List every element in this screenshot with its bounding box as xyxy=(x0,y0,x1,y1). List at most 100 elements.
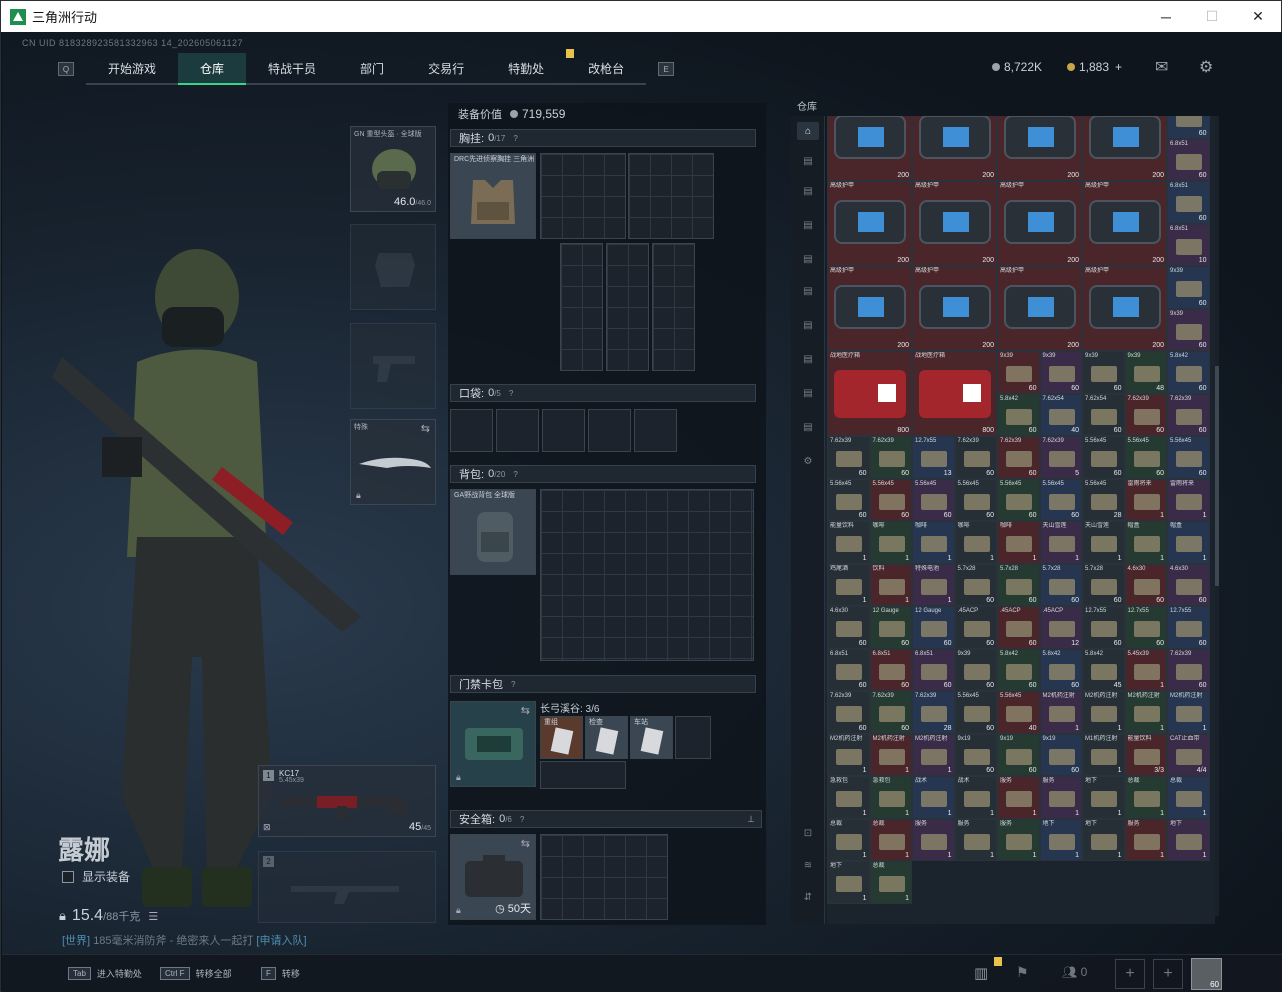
safebox-item[interactable]: ⇆ 🔒︎ ◷ 50天 xyxy=(450,834,536,920)
add-currency-button[interactable]: + xyxy=(1115,60,1122,74)
safebox-grid[interactable] xyxy=(540,834,668,920)
armor-bag-item[interactable]: 高级护甲 200 xyxy=(997,181,1082,266)
stash-page-6-icon[interactable]: ▤ xyxy=(797,316,819,334)
stash-item[interactable]: 7.62x39 60 xyxy=(1167,393,1210,436)
stash-item[interactable]: 5.8x42 45 xyxy=(1082,648,1125,691)
help-icon[interactable]: ? xyxy=(520,815,524,824)
flag-icon[interactable]: ⚑ xyxy=(1016,964,1029,981)
stash-item[interactable]: 9x39 60 xyxy=(1039,351,1082,394)
melee-slot[interactable]: 特殊 ⇆ 🔒︎ xyxy=(350,419,436,505)
pocket-cell[interactable] xyxy=(450,409,493,452)
stash-item[interactable]: 5.56x45 60 xyxy=(1167,436,1210,479)
stash-item[interactable]: 天山雪莲 1 xyxy=(1082,521,1125,564)
hint-transfer[interactable]: F 转移 xyxy=(261,967,300,980)
armor-bag-item[interactable]: 高级护甲 200 xyxy=(912,181,997,266)
world-chat[interactable]: [世界] 185毫米消防斧 - 绝密来人一起打 [申请入队] xyxy=(62,932,307,948)
chest-rig-cell[interactable] xyxy=(606,243,649,371)
armor-bag-item[interactable]: 高级护甲 200 xyxy=(827,266,912,351)
keycard-item[interactable]: 检查 xyxy=(585,716,628,759)
help-icon[interactable]: ? xyxy=(509,389,513,398)
stash-item[interactable]: 7.62x54 40 xyxy=(1039,393,1082,436)
stash-item[interactable]: 12 Gauge 60 xyxy=(912,606,955,649)
stash-item[interactable]: 5.7x28 60 xyxy=(997,563,1040,606)
stash-item[interactable]: 能量饮料 3/3 xyxy=(1124,733,1167,776)
squad-icon[interactable]: 👥︎ 0 xyxy=(1062,965,1087,979)
armor-bag-item[interactable]: 高级护甲 200 xyxy=(997,266,1082,351)
stash-item[interactable]: M2机药注射 1 xyxy=(1124,691,1167,734)
stash-item[interactable]: 天山雪莲 1 xyxy=(1039,521,1082,564)
stash-item[interactable]: 12.7x55 60 xyxy=(1167,606,1210,649)
hint-transfer-all[interactable]: Ctrl F 转移全部 xyxy=(160,967,232,980)
stash-item[interactable]: 战术 1 xyxy=(954,776,997,819)
stash-item[interactable]: 服务 1 xyxy=(1124,818,1167,861)
stash-item[interactable]: M2机药注射 1 xyxy=(1167,691,1210,734)
stash-item[interactable]: M2机药注射 1 xyxy=(827,733,870,776)
stash-item[interactable]: 5.56x45 60 xyxy=(954,691,997,734)
stash-item[interactable]: 5.45x39 1 xyxy=(1124,648,1167,691)
stash-item[interactable]: 9x19 60 xyxy=(954,733,997,776)
stash-item[interactable]: M2机药注射 1 xyxy=(1082,691,1125,734)
stash-item[interactable]: 7.62x39 60 xyxy=(1124,393,1167,436)
tab-special-ops[interactable]: 特勤处 xyxy=(486,49,575,85)
stash-item[interactable]: 咖啡 1 xyxy=(869,521,912,564)
stash-item[interactable]: 总裁 1 xyxy=(1167,776,1210,819)
stash-item[interactable]: 5.56x45 40 xyxy=(997,691,1040,734)
stash-item[interactable]: 7.62x39 60 xyxy=(954,436,997,479)
stash-item[interactable]: 5.8x42 60 xyxy=(997,393,1040,436)
stash-item[interactable]: 总裁 1 xyxy=(869,818,912,861)
stash-item[interactable]: 地下 1 xyxy=(827,861,870,904)
stash-item[interactable]: 战术 1 xyxy=(912,776,955,819)
help-icon[interactable]: ? xyxy=(511,680,515,689)
stash-item[interactable]: 7.62x39 60 xyxy=(869,436,912,479)
tab-gunsmith[interactable]: 改枪台 xyxy=(566,53,647,85)
stash-item[interactable]: 7.62x39 28 xyxy=(912,691,955,734)
hint-enter-special-ops[interactable]: Tab 进入特勤处 xyxy=(68,967,142,980)
stash-item[interactable]: 6.8x51 10 xyxy=(1167,223,1210,266)
stash-item[interactable]: 饮料 1 xyxy=(869,563,912,606)
chest-rig-cell[interactable] xyxy=(560,243,603,371)
stash-item[interactable]: 服务 1 xyxy=(997,818,1040,861)
chest-rig-cell[interactable] xyxy=(540,153,626,239)
secondary-weapon-slot[interactable]: 2 xyxy=(258,851,436,923)
nav-next-key[interactable]: E xyxy=(658,62,675,76)
stash-page-1-icon[interactable]: ▤ xyxy=(797,152,819,170)
minimize-button[interactable]: ─ xyxy=(1143,1,1189,32)
stash-item[interactable]: 6.8x51 60 xyxy=(912,648,955,691)
medkit-item[interactable]: 战地医疗箱 800 xyxy=(912,351,997,436)
pocket-cell[interactable] xyxy=(496,409,539,452)
stash-item[interactable]: 总裁 1 xyxy=(1124,776,1167,819)
stash-item[interactable]: 5.8x42 60 xyxy=(1039,648,1082,691)
stash-item[interactable]: 5.7x28 60 xyxy=(1082,563,1125,606)
backpack-grid[interactable] xyxy=(540,489,754,661)
stash-item[interactable]: 7.62x39 60 xyxy=(869,691,912,734)
stash-item[interactable]: 服务 1 xyxy=(954,818,997,861)
stash-scroll-thumb[interactable] xyxy=(1215,366,1219,586)
stash-item[interactable]: 5.56x45 60 xyxy=(1039,478,1082,521)
stash-item[interactable]: 4.6x30 60 xyxy=(1167,563,1210,606)
settings-gear-icon[interactable]: ⚙ xyxy=(1199,57,1213,77)
tab-warehouse[interactable]: 仓库 xyxy=(178,53,247,85)
pocket-cell[interactable] xyxy=(588,409,631,452)
stash-item[interactable]: 帽盒 1 xyxy=(1124,521,1167,564)
swap-icon[interactable]: ⇆ xyxy=(521,704,530,717)
close-button[interactable]: ✕ xyxy=(1235,1,1281,32)
primary-weapon-slot[interactable]: 1 KC17 5.45x39 ⊠ 45/45 xyxy=(258,765,436,837)
stash-item[interactable]: 9x39 60 xyxy=(954,648,997,691)
stash-item[interactable]: 特殊电池 1 xyxy=(912,563,955,606)
stash-filter-icon[interactable]: ⊡ xyxy=(797,824,819,842)
stash-item[interactable]: .45ACP 12 xyxy=(1039,606,1082,649)
tab-department[interactable]: 部门 xyxy=(338,53,407,85)
stash-item[interactable]: 雷雨将来 1 xyxy=(1167,478,1210,521)
armor-bag-item[interactable]: 200 xyxy=(1082,116,1167,181)
stash-page-3-icon[interactable]: ▤ xyxy=(797,216,819,234)
stash-item[interactable]: 地下 1 xyxy=(1082,776,1125,819)
stash-item[interactable]: 咖啡 1 xyxy=(997,521,1040,564)
stash-item[interactable]: 5.56x45 60 xyxy=(869,478,912,521)
stash-item[interactable]: 5.7x28 60 xyxy=(954,563,997,606)
stash-item[interactable]: 服务 1 xyxy=(1039,776,1082,819)
pistol-slot[interactable] xyxy=(350,323,436,409)
stash-settings-icon[interactable]: ⚙ xyxy=(797,452,819,470)
armor-bag-item[interactable]: 高级护甲 200 xyxy=(1082,181,1167,266)
stash-item[interactable]: 9x39 60 xyxy=(1167,266,1210,309)
stash-item[interactable]: 总裁 1 xyxy=(869,861,912,904)
